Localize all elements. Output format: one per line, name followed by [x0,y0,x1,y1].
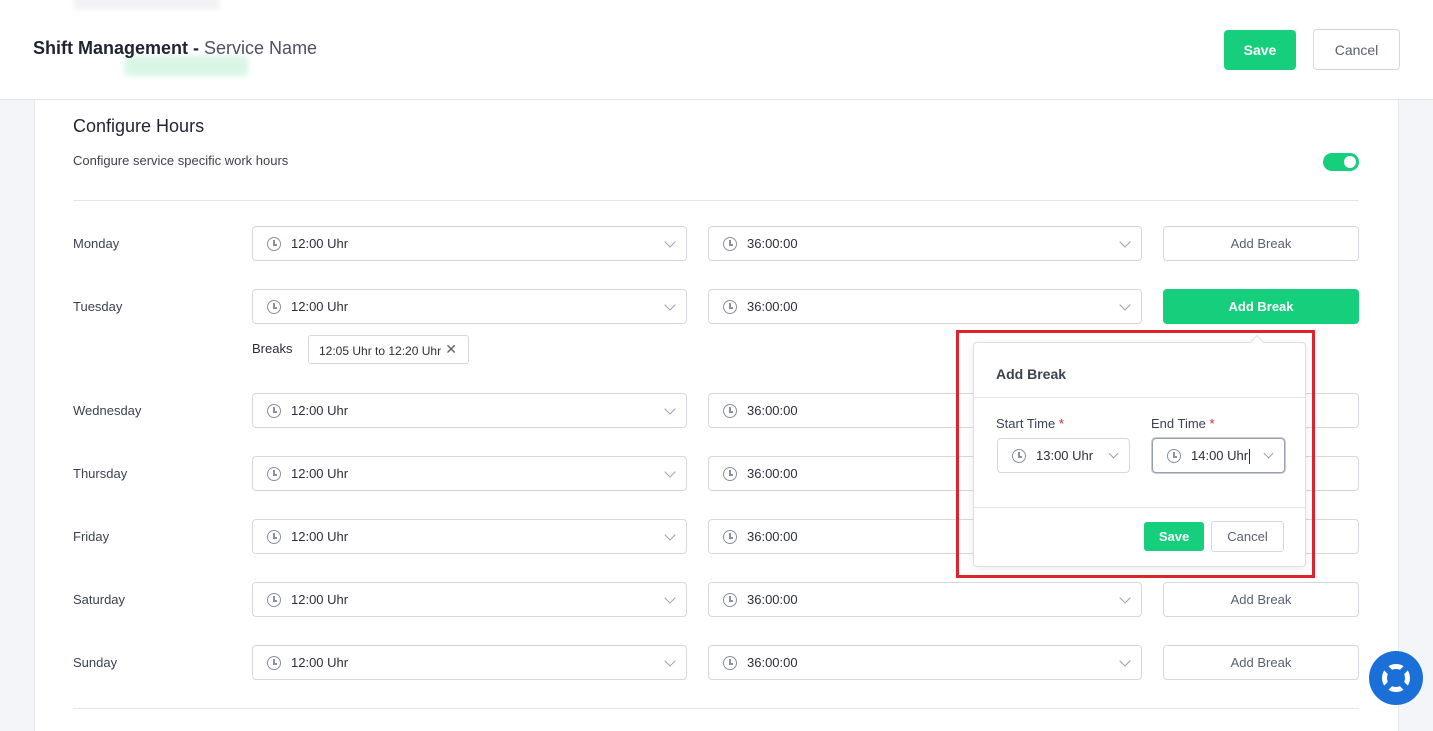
chevron-down-icon [664,236,676,248]
divider [73,708,1359,709]
chevron-down-icon [1119,655,1131,667]
popover-save-button[interactable]: Save [1144,522,1204,551]
tuesday-start-select[interactable]: 12:00 Uhr [252,289,687,324]
thursday-start-select[interactable]: 12:00 Uhr [252,456,687,491]
select-value: 36:00:00 [747,236,798,251]
clock-icon [267,237,281,251]
select-value: 14:00 Uhr [1191,448,1251,465]
sunday-end-select[interactable]: 36:00:00 [708,645,1142,680]
chevron-down-icon [664,592,676,604]
cancel-button[interactable]: Cancel [1313,29,1400,70]
page-title: Shift Management - Service Name [33,38,317,59]
friday-start-select[interactable]: 12:00 Uhr [252,519,687,554]
select-value: 12:00 Uhr [291,529,349,544]
page-title-main: Shift Management - [33,38,200,58]
day-label-tuesday: Tuesday [73,299,123,314]
chevron-down-icon [1119,592,1131,604]
end-time-label: End Time * [1151,416,1215,431]
chevron-down-icon [664,299,676,311]
save-button[interactable]: Save [1224,30,1296,70]
clock-icon [723,530,737,544]
clock-icon [267,300,281,314]
background-ghost-button [124,56,248,76]
monday-end-select[interactable]: 36:00:00 [708,226,1142,261]
lifebuoy-icon [1382,664,1410,692]
toggle-knob [1344,156,1356,168]
select-value: 12:00 Uhr [291,466,349,481]
select-value: 12:00 Uhr [291,592,349,607]
clock-icon [723,593,737,607]
clock-icon [723,404,737,418]
clock-icon [267,530,281,544]
section-title: Configure Hours [73,116,205,136]
day-label-wednesday: Wednesday [73,403,142,418]
chevron-down-icon [664,466,676,478]
select-value: 12:00 Uhr [291,236,349,251]
select-value: 13:00 Uhr [1036,448,1094,463]
saturday-end-select[interactable]: 36:00:00 [708,582,1142,617]
select-value: 12:00 Uhr [291,299,349,314]
page-header: Shift Management - Service Name Save Can… [0,0,1433,100]
clock-icon [267,656,281,670]
saturday-start-select[interactable]: 12:00 Uhr [252,582,687,617]
clock-icon [723,300,737,314]
divider [73,200,1359,201]
break-chip: 12:05 Uhr to 12:20 Uhr ✕ [308,335,469,364]
select-value: 12:00 Uhr [291,655,349,670]
select-value: 36:00:00 [747,403,798,418]
select-value: 12:00 Uhr [291,403,349,418]
clock-icon [267,404,281,418]
breaks-label: Breaks [252,341,293,356]
background-ghost-text [74,0,220,10]
help-widget-button[interactable] [1369,651,1423,705]
page-title-service: Service Name [204,38,318,58]
day-label-sunday: Sunday [73,655,118,670]
clock-icon [267,593,281,607]
break-chip-text: 12:05 Uhr to 12:20 Uhr [319,344,442,358]
chevron-down-icon [1263,448,1274,459]
day-label-saturday: Saturday [73,592,126,607]
break-start-time-select[interactable]: 13:00 Uhr [997,438,1130,473]
clock-icon [267,467,281,481]
popover-title: Add Break [996,366,1067,382]
clock-icon [1167,449,1181,463]
work-hours-toggle[interactable] [1323,153,1359,171]
clock-icon [723,237,737,251]
add-break-button-saturday[interactable]: Add Break [1163,582,1359,617]
day-label-friday: Friday [73,529,110,544]
chevron-down-icon [1108,448,1119,459]
clock-icon [723,656,737,670]
sunday-start-select[interactable]: 12:00 Uhr [252,645,687,680]
select-value: 36:00:00 [747,529,798,544]
close-icon[interactable]: ✕ [445,341,457,358]
day-label-thursday: Thursday [73,466,128,481]
tuesday-end-select[interactable]: 36:00:00 [708,289,1142,324]
select-value: 36:00:00 [747,466,798,481]
select-value: 36:00:00 [747,655,798,670]
clock-icon [1012,449,1026,463]
wednesday-start-select[interactable]: 12:00 Uhr [252,393,687,428]
add-break-button-monday[interactable]: Add Break [1163,226,1359,261]
chevron-down-icon [1119,299,1131,311]
add-break-button-tuesday[interactable]: Add Break [1163,289,1359,324]
monday-start-select[interactable]: 12:00 Uhr [252,226,687,261]
select-value: 36:00:00 [747,299,798,314]
chevron-down-icon [1119,236,1131,248]
popover-cancel-button[interactable]: Cancel [1211,521,1284,552]
divider [974,507,1305,508]
add-break-button-sunday[interactable]: Add Break [1163,645,1359,680]
chevron-down-icon [664,655,676,667]
start-time-label: Start Time * [996,416,1064,431]
day-label-monday: Monday [73,236,120,251]
text-caret [1249,449,1251,465]
break-end-time-select[interactable]: 14:00 Uhr [1152,438,1285,473]
divider [974,397,1305,398]
clock-icon [723,467,737,481]
chevron-down-icon [664,529,676,541]
section-subtitle: Configure service specific work hours [73,153,289,168]
chevron-down-icon [664,403,676,415]
select-value: 36:00:00 [747,592,798,607]
